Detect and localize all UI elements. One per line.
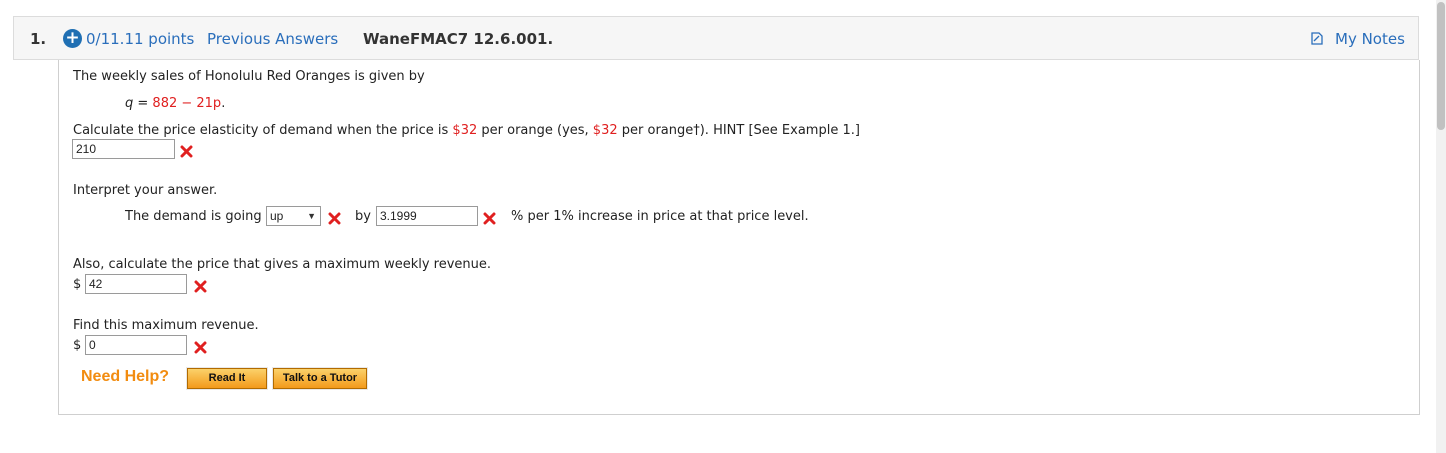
- expand-plus-icon[interactable]: +: [63, 29, 82, 48]
- percent-text: % per 1% increase in price at that price…: [511, 209, 809, 224]
- elasticity-input[interactable]: 210: [72, 139, 175, 159]
- previous-answers-link[interactable]: Previous Answers: [207, 30, 338, 48]
- demand-direction-select[interactable]: up ▼: [266, 206, 321, 226]
- talk-to-tutor-button[interactable]: Talk to a Tutor: [272, 367, 368, 390]
- question-header: 1. + 0/11.11 points Previous Answers Wan…: [13, 16, 1419, 60]
- incorrect-x-icon: [180, 145, 193, 158]
- max-revenue-input[interactable]: 0: [85, 335, 187, 355]
- question-number: 1.: [30, 30, 47, 48]
- need-help-label: Need Help?: [81, 368, 170, 385]
- question-body: [58, 60, 1420, 415]
- question-code: WaneFMAC7 12.6.001.: [363, 30, 554, 48]
- equation: q = 882 − 21p.: [125, 96, 226, 111]
- my-notes-link[interactable]: My Notes: [1335, 30, 1405, 48]
- problem-intro: The weekly sales of Honolulu Red Oranges…: [73, 69, 425, 84]
- page-scrollbar[interactable]: [1436, 0, 1446, 453]
- percent-input[interactable]: 3.1999: [376, 206, 478, 226]
- notes-icon[interactable]: [1311, 32, 1323, 45]
- question-elasticity-text: Calculate the price elasticity of demand…: [73, 123, 860, 138]
- read-it-button[interactable]: Read It: [186, 367, 268, 390]
- interpret-label: Interpret your answer.: [73, 183, 218, 198]
- by-label: by: [355, 209, 371, 224]
- max-price-label: Also, calculate the price that gives a m…: [73, 257, 492, 272]
- points-link[interactable]: 0/11.11 points: [86, 30, 194, 48]
- incorrect-x-icon: [483, 212, 496, 225]
- dollar-sign: $: [73, 338, 82, 353]
- dollar-sign: $: [73, 277, 82, 292]
- scrollbar-thumb[interactable]: [1437, 2, 1445, 130]
- max-revenue-label: Find this maximum revenue.: [73, 318, 259, 333]
- demand-prefix: The demand is going: [125, 209, 262, 224]
- incorrect-x-icon: [328, 212, 341, 225]
- equation-value: 882 − 21p: [152, 96, 222, 111]
- max-price-input[interactable]: 42: [85, 274, 187, 294]
- incorrect-x-icon: [194, 280, 207, 293]
- incorrect-x-icon: [194, 341, 207, 354]
